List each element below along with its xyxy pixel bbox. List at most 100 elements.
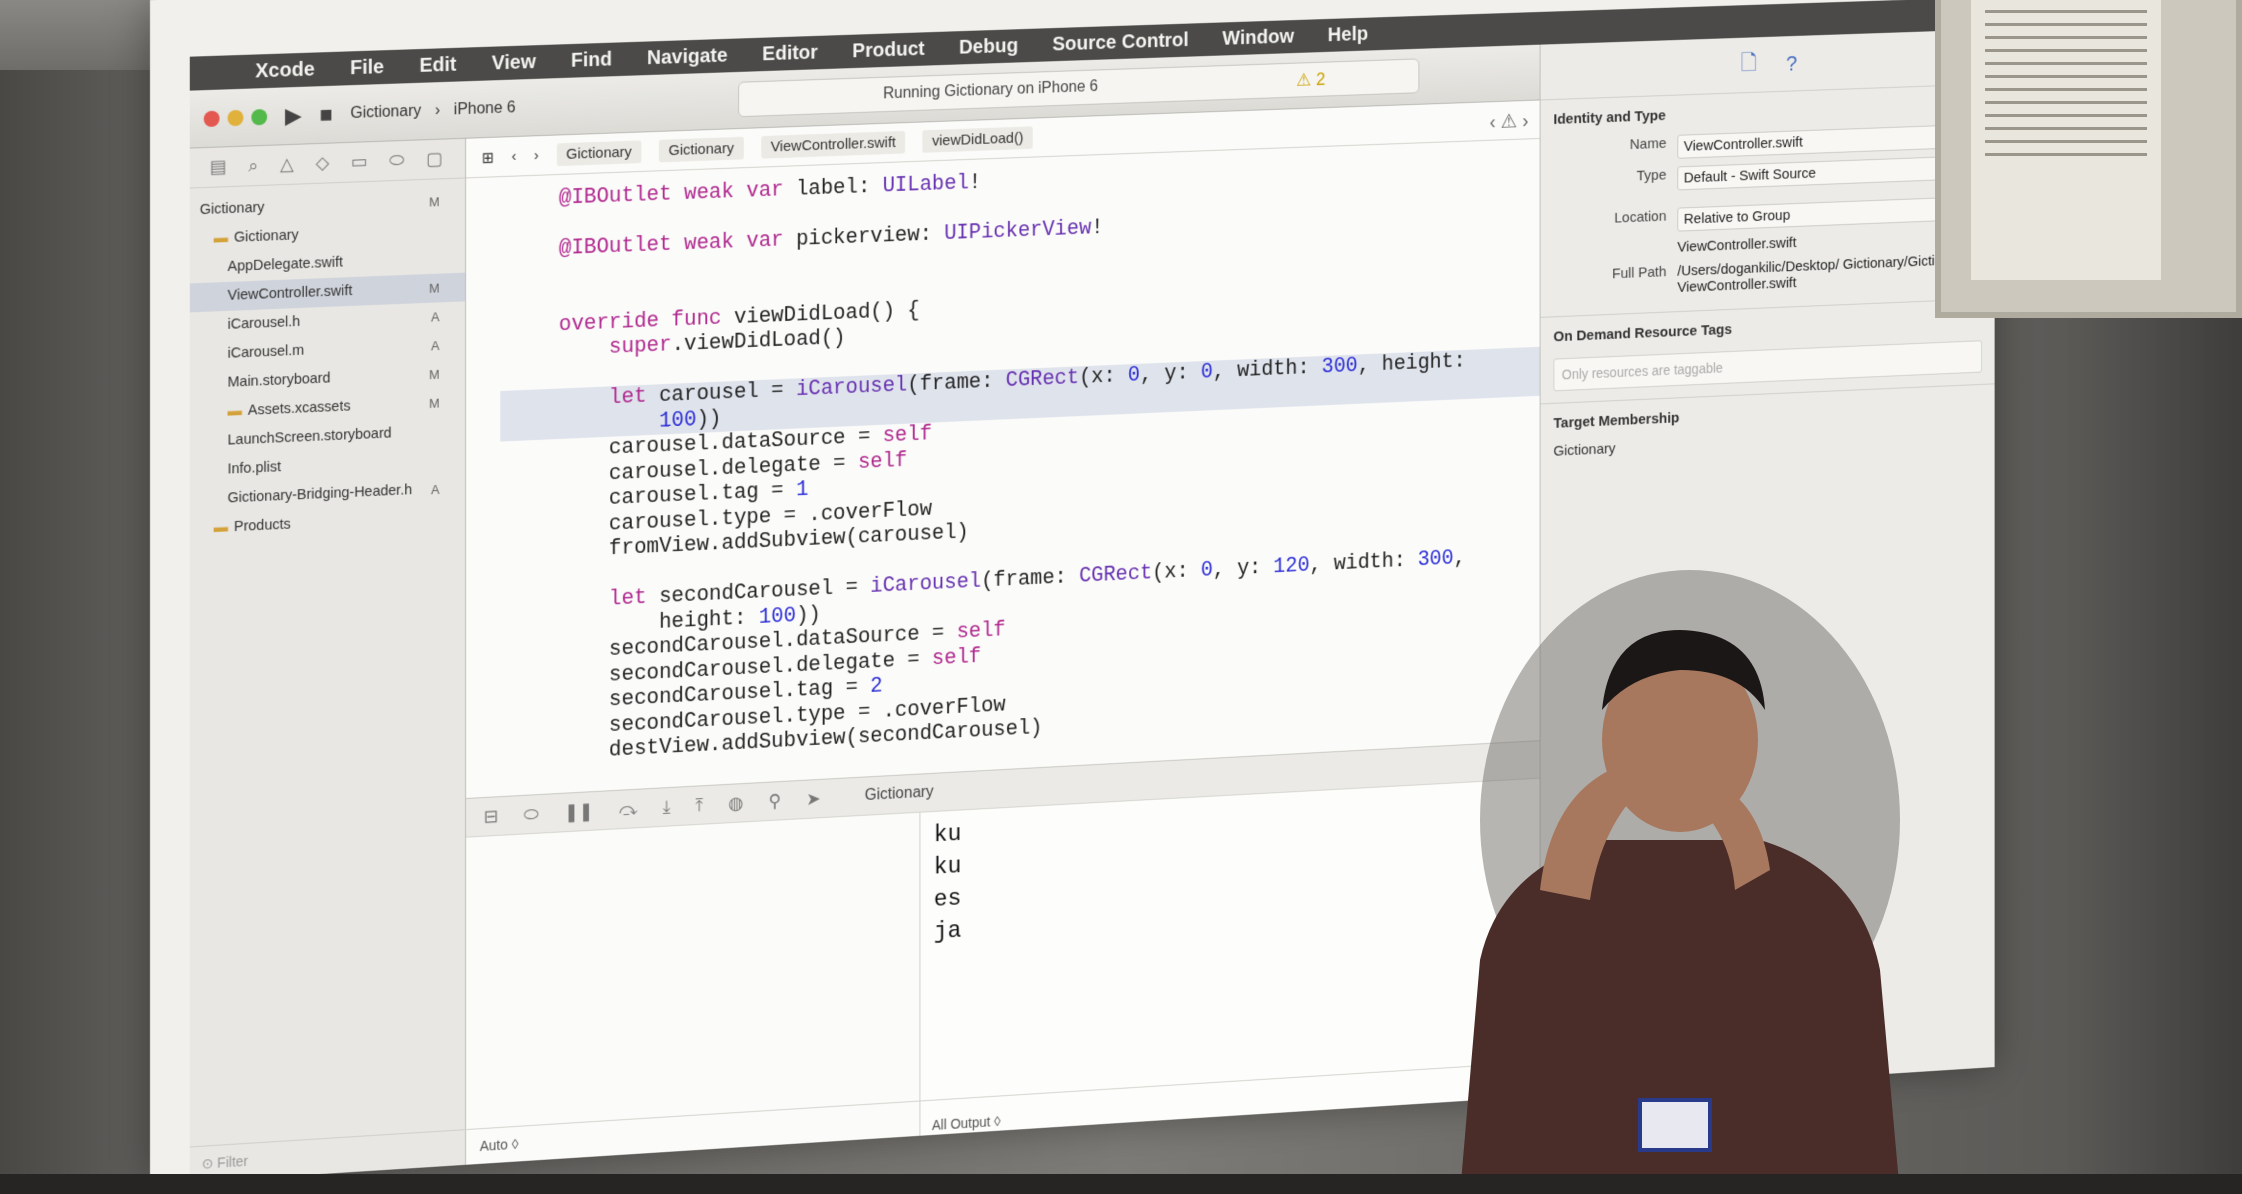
navigator-item-label: iCarousel.m [227, 342, 305, 362]
project-navigator: ▤ ⌕ △ ◇ ▭ ⬭ ▢ Gictionary M ▬ Gictionary AppD… [189, 138, 467, 1183]
code-token: ! [968, 171, 982, 196]
code-token: 0 [1200, 360, 1213, 385]
menu-editor[interactable]: Editor [762, 41, 818, 65]
navigator-item-label: Gictionary [199, 199, 265, 219]
code-token: 300 [1417, 547, 1454, 573]
breadcrumb-project[interactable]: Gictionary [556, 140, 642, 167]
code-token: iCarousel [796, 373, 908, 403]
navigator-item-label: iCarousel.h [227, 313, 301, 333]
code-token: , width: [1212, 356, 1322, 384]
source-editor: ⊞ ‹ › Gictionary Gictionary ViewControll… [466, 100, 1540, 835]
menu-file[interactable]: File [350, 56, 384, 80]
code-token: self [882, 422, 932, 449]
menu-help[interactable]: Help [1328, 23, 1368, 47]
issue-navigation-arrows[interactable]: ‹ ⚠ › [1489, 109, 1528, 134]
code-text[interactable]: @IBOutlet weak var label: UILabel! @IBOut… [466, 139, 1540, 848]
scheme-selector[interactable]: Gictionary › iPhone 6 [350, 99, 515, 123]
code-token: 100 [659, 407, 697, 434]
menu-debug[interactable]: Debug [959, 35, 1018, 59]
breadcrumb-file[interactable]: ViewController.swift [760, 130, 906, 159]
navigator-item-label: Products [233, 516, 291, 536]
document-camera-overlay [1935, 0, 2242, 318]
scm-status-badge: M [428, 280, 440, 296]
search-icon[interactable]: ⌕ [248, 155, 258, 176]
close-window-button[interactable] [203, 110, 220, 127]
menu-navigate[interactable]: Navigate [647, 44, 728, 69]
navigator-item-label: Info.plist [227, 459, 282, 478]
step-out-icon[interactable]: ⤒ [695, 795, 703, 816]
breakpoint-icon[interactable]: ⬭ [389, 150, 404, 171]
run-button[interactable]: ▶ [285, 102, 302, 128]
code-token: label: [796, 174, 883, 202]
menu-xcode[interactable]: Xcode [255, 58, 314, 83]
code-token: 0 [1200, 558, 1213, 583]
menu-source-control[interactable]: Source Control [1052, 29, 1188, 56]
folder-icon: ▬ [213, 519, 229, 537]
related-items-icon[interactable]: ⊞ [482, 148, 494, 166]
menu-window[interactable]: Window [1222, 25, 1294, 50]
code-token: , [1453, 546, 1466, 571]
window-controls [203, 108, 268, 127]
forward-arrow-icon[interactable]: › [534, 147, 539, 164]
code-token: , y: [1140, 361, 1201, 388]
code-token: iCarousel [870, 569, 982, 599]
code-token: let [558, 384, 660, 413]
code-token: carousel = [659, 378, 797, 408]
step-over-icon[interactable]: ⤼ [619, 798, 638, 820]
code-token: self [931, 644, 982, 671]
scm-status-badge: A [431, 309, 440, 325]
hide-debug-area-icon[interactable]: ⊟ [484, 806, 499, 828]
back-arrow-icon[interactable]: ‹ [512, 148, 517, 165]
menu-product[interactable]: Product [852, 38, 924, 63]
floor-shadow [0, 1174, 2242, 1194]
debug-icon[interactable]: ▭ [351, 151, 368, 172]
quick-help-icon[interactable]: ? [1786, 51, 1797, 76]
report-icon[interactable]: ▢ [426, 148, 443, 169]
code-token: UILabel [882, 171, 969, 199]
breadcrumb-symbol[interactable]: viewDidLoad() [922, 126, 1033, 153]
scm-status-badge: M [428, 366, 440, 383]
step-into-icon[interactable]: ⤓ [663, 796, 671, 817]
code-token: 120 [1273, 554, 1310, 580]
file-inspector: 🗋 ? Identity and Type Name ViewControlle… [1539, 29, 1995, 1097]
warning-icon[interactable]: △ [280, 154, 294, 175]
scm-status-badge: A [431, 481, 440, 498]
folder-icon[interactable]: ▤ [210, 156, 227, 178]
stop-button[interactable]: ■ [319, 101, 332, 127]
menu-view[interactable]: View [492, 51, 536, 75]
file-list: Gictionary M ▬ Gictionary AppDelegate.swift V… [189, 178, 466, 544]
console-output[interactable]: ku ku es ja All Output ◊ [920, 778, 1540, 1136]
code-token: UIPickerView [944, 216, 1092, 246]
code-token: , width: [1309, 548, 1418, 578]
code-token: super [558, 333, 672, 362]
menu-edit[interactable]: Edit [419, 53, 456, 77]
code-token: , height: [1357, 349, 1466, 378]
code-token: (x: [1079, 364, 1128, 390]
projected-xcode-window: Xcode File Edit View Find Navigate Edito… [150, 0, 1995, 1185]
field-label [1553, 239, 1677, 260]
code-token: 100 [758, 603, 797, 630]
device-name: iPhone 6 [453, 98, 516, 118]
warning-count: 2 [1315, 68, 1326, 89]
breadcrumb-group[interactable]: Gictionary [658, 136, 744, 163]
menu-find[interactable]: Find [571, 48, 612, 72]
code-token: )) [696, 406, 722, 432]
warning-indicator[interactable]: ⚠ 2 [1296, 69, 1325, 90]
code-token: CGRect [1079, 561, 1153, 589]
test-icon[interactable]: ◇ [316, 153, 330, 174]
pause-icon[interactable]: ❚❚ [564, 801, 593, 823]
code-token: 2 [870, 674, 883, 699]
location-icon[interactable]: ➤ [806, 788, 820, 809]
zoom-window-button[interactable] [251, 108, 268, 125]
minimize-window-button[interactable] [227, 109, 244, 126]
breakpoints-toggle-icon[interactable]: ⬭ [524, 803, 539, 825]
code-token: let [558, 585, 660, 615]
code-token: CGRect [1005, 366, 1080, 393]
file-inspector-icon[interactable]: 🗋 [1741, 46, 1757, 83]
view-debugger-icon[interactable]: ◍ [728, 792, 743, 813]
code-token: (frame: [981, 565, 1080, 594]
membership-target: Gictionary [1553, 440, 1616, 460]
code-token: )) [796, 602, 821, 628]
memory-graph-icon[interactable]: ⚲ [769, 790, 782, 811]
